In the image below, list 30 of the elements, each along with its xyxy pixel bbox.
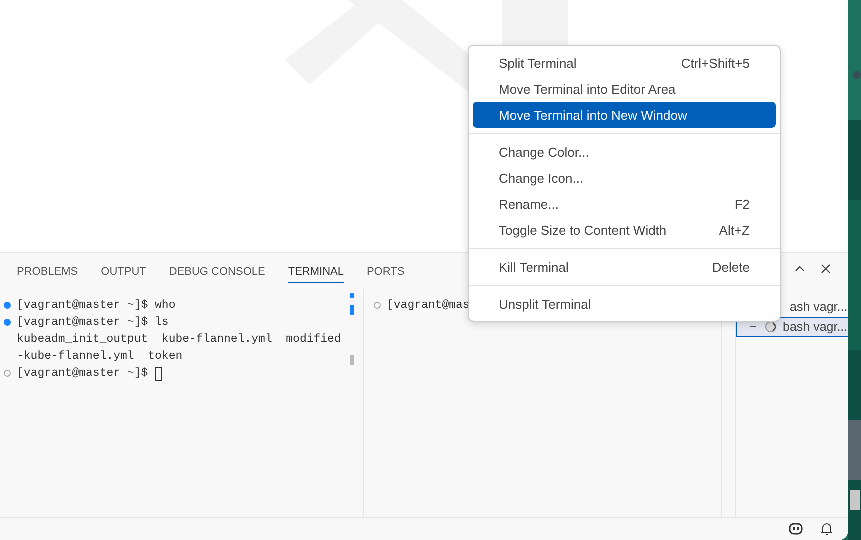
scroll-marker [350,293,354,298]
scroll-marker [350,305,354,315]
terminal-list-item[interactable]: bash vagr... [736,317,848,337]
menu-item[interactable]: Split Terminal Ctrl+Shift+5 [473,50,776,76]
menu-item[interactable]: Unsplit Terminal [473,291,776,317]
terminal-line: [vagrant@master ~]$ [17,367,148,380]
terminal-icon [749,320,779,334]
terminal-line: kubeadm_init_output kube-flannel.yml modified [17,333,342,346]
empty-circle-icon [374,302,381,309]
panel-tab[interactable]: TERMINAL [288,260,344,282]
bell-icon[interactable] [820,521,834,537]
scrollbar-thumb[interactable] [350,355,354,365]
terminal-line: [vagrant@master ~]$ ls [17,316,169,329]
panel-tab[interactable]: PORTS [366,260,405,282]
panel-tab[interactable]: PROBLEMS [17,260,78,282]
terminal-line: [vagrant@master ~]$ who [17,299,176,312]
menu-item[interactable]: Change Color... [473,139,776,165]
menu-item[interactable]: Kill Terminal Delete [473,254,776,280]
terminal-line: [vagrant@mas [387,299,470,312]
terminal-line: -kube-flannel.yml token [17,350,183,363]
empty-circle-icon [4,370,11,377]
menu-item[interactable]: Change Icon... [473,165,776,191]
success-dot-icon [4,302,11,309]
menu-item[interactable]: Move Terminal into Editor Area [473,76,776,102]
success-dot-icon [4,319,11,326]
panel-tab[interactable]: OUTPUT [101,260,146,282]
panel-tab[interactable]: DEBUG CONSOLE [169,260,266,282]
menu-item[interactable]: Toggle Size to Content Width Alt+Z [473,217,776,243]
menu-item[interactable]: Rename... F2 [473,191,776,217]
menu-item[interactable]: Move Terminal into New Window [473,102,776,128]
